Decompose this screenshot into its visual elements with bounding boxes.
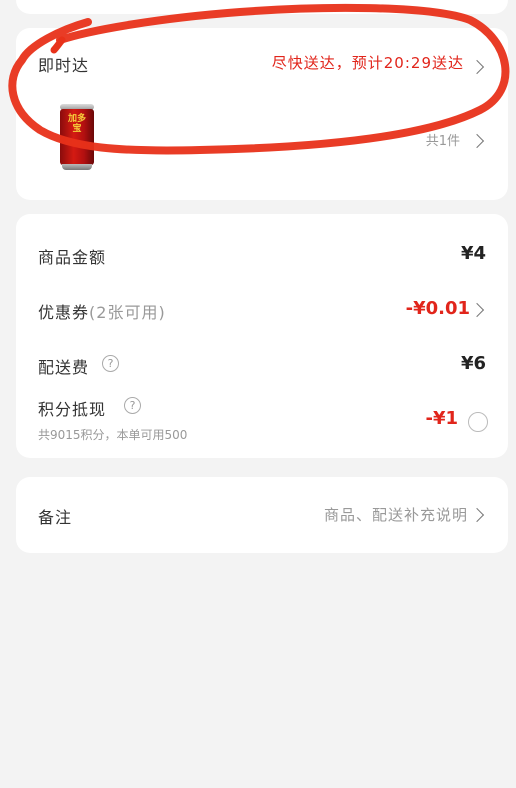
coupon-available: (2张可用) [89,303,166,322]
points-label: 积分抵现 [38,400,107,419]
goods-amount-value: ¥4 [460,243,486,264]
coupon-label: 优惠券 [38,303,90,322]
points-value: -¥1 [425,408,458,429]
goods-amount-label: 商品金额 [38,248,107,267]
item-count[interactable]: 共1件 [426,130,460,149]
fees-card: 商品金额 ¥4 优惠券(2张可用) -¥0.01 配送费 ? ¥6 积分抵现 ?… [16,214,508,458]
points-detail: 共9015积分，本单可用500 [38,428,188,442]
help-circle-icon[interactable]: ? [124,397,141,414]
delivery-title: 即时达 [38,56,90,75]
coupon-row[interactable]: 优惠券(2张可用) [38,299,166,323]
delivery-eta[interactable]: 尽快送达，预计20:29送达 [272,52,464,73]
chevron-right-icon[interactable] [469,507,485,523]
delivery-fee-value: ¥6 [460,353,486,374]
previous-card-stub [16,0,508,14]
help-circle-icon[interactable]: ? [102,355,119,372]
radio-unchecked-icon[interactable] [468,412,488,432]
chevron-right-icon[interactable] [469,59,485,75]
product-can-text: 加多宝 [67,114,86,134]
note-label: 备注 [38,508,73,527]
product-image[interactable]: 加多宝 [60,104,94,170]
chevron-right-icon[interactable] [469,302,485,318]
chevron-right-icon[interactable] [469,133,485,149]
coupon-value[interactable]: -¥0.01 [406,298,470,319]
delivery-card: 即时达 尽快送达，预计20:29送达 加多宝 共1件 [16,28,508,200]
note-placeholder[interactable]: 商品、配送补充说明 [324,504,468,525]
note-card[interactable]: 备注 商品、配送补充说明 [16,477,508,553]
delivery-fee-label: 配送费 [38,358,90,377]
